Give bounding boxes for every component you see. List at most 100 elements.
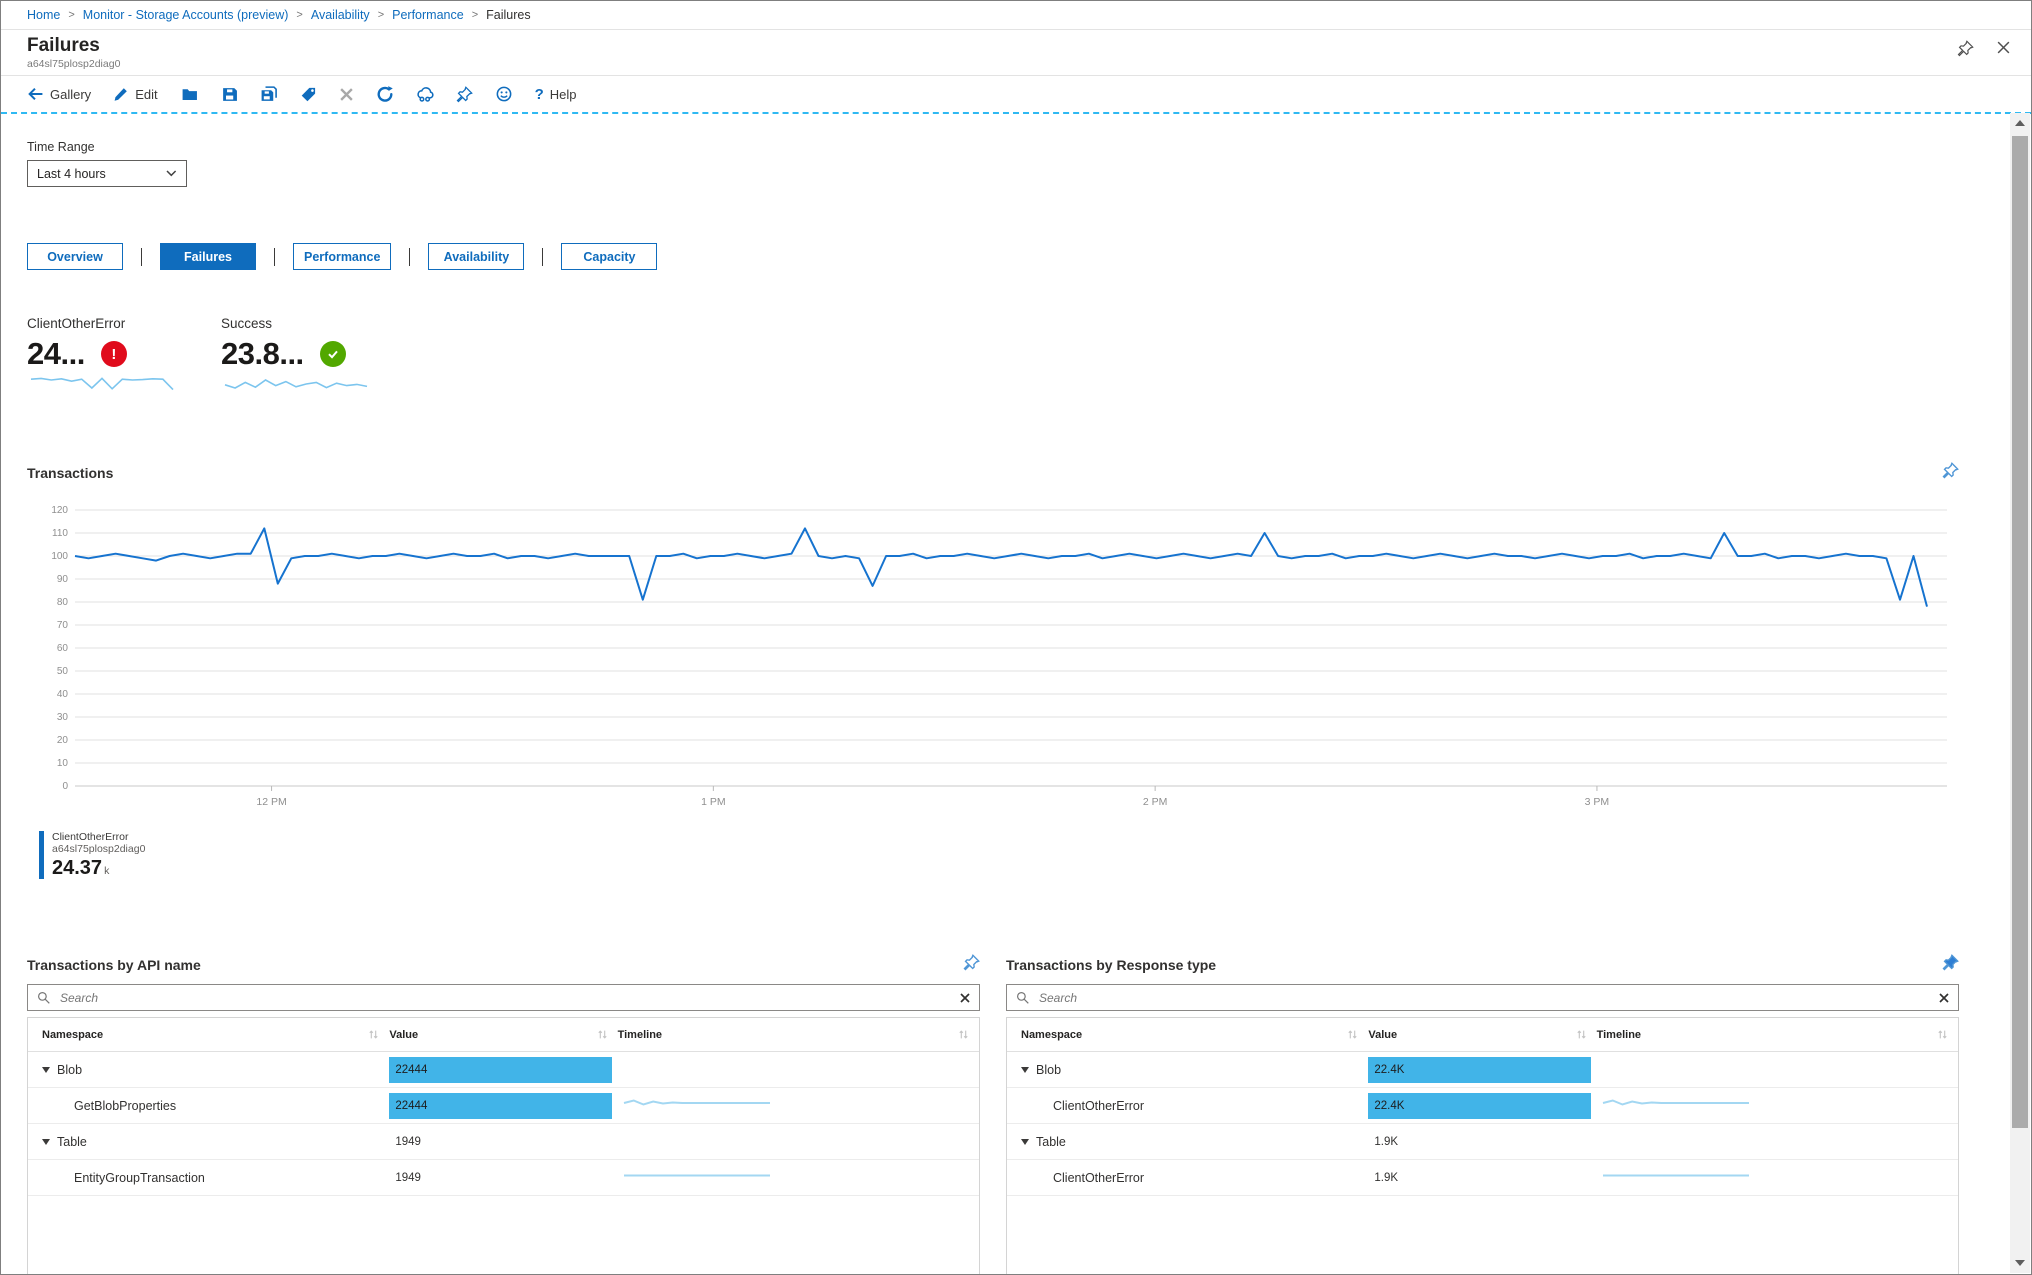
scrollbar-down-button[interactable]	[2010, 1253, 2030, 1273]
pin-button[interactable]	[445, 76, 484, 112]
legend-unit: k	[104, 865, 110, 877]
back-arrow-icon	[28, 87, 43, 100]
cell-value: 22444	[389, 1056, 617, 1083]
column-header-namespace[interactable]: Namespace	[1007, 1029, 1368, 1041]
scrollbar-up-button[interactable]	[2010, 113, 2030, 133]
breadcrumb-link[interactable]: Monitor - Storage Accounts (preview)	[83, 8, 289, 22]
edit-button[interactable]: Edit	[102, 76, 168, 112]
close-button[interactable]	[1996, 40, 2011, 62]
save-button[interactable]	[210, 76, 249, 112]
save-as-button[interactable]	[249, 76, 289, 112]
table-row[interactable]: ClientOtherError 22.4K	[1007, 1088, 1958, 1124]
column-header-value[interactable]: Value	[1368, 1029, 1596, 1041]
breadcrumb-separator: >	[377, 9, 385, 21]
tables-row: Transactions by API name Namespace Value Ti…	[27, 954, 1959, 1274]
refresh-button[interactable]	[365, 76, 405, 112]
search-input[interactable]	[58, 989, 953, 1006]
scrollbar-thumb[interactable]	[2012, 136, 2028, 1128]
search-input[interactable]	[1037, 989, 1932, 1006]
cell-value: 22.4K	[1368, 1056, 1596, 1083]
gallery-button[interactable]: Gallery	[27, 76, 102, 112]
page-title: Failures	[27, 35, 100, 56]
column-header-timeline[interactable]: Timeline	[1597, 1029, 1958, 1041]
y-axis-label: 30	[57, 712, 69, 723]
table-row[interactable]: Table 1949	[28, 1124, 979, 1160]
pin-icon	[1942, 462, 1959, 479]
value-text: 1.9K	[1374, 1171, 1399, 1184]
table-row[interactable]: ClientOtherError 1.9K	[1007, 1160, 1958, 1196]
tab-availability[interactable]: Availability	[428, 243, 525, 270]
tab-separator	[409, 247, 411, 266]
cell-timeline	[618, 1166, 979, 1189]
cell-value: 22444	[389, 1092, 617, 1119]
transactions-title: Transactions	[27, 465, 114, 481]
share-button[interactable]	[405, 76, 445, 112]
column-header-value[interactable]: Value	[389, 1029, 617, 1041]
close-icon	[1997, 41, 2010, 54]
cell-namespace: ClientOtherError	[1007, 1171, 1368, 1185]
value-text: 1949	[395, 1171, 421, 1184]
value-bar: 22.4K	[1368, 1092, 1591, 1119]
success-badge-icon	[319, 341, 346, 367]
tab-separator	[274, 247, 275, 266]
clear-search-button[interactable]	[1939, 992, 1949, 1003]
chart-pin-button[interactable]	[1942, 462, 1959, 484]
breadcrumb-link[interactable]: Availability	[311, 8, 370, 22]
panel-head: Transactions by API name	[27, 954, 980, 976]
page-subtitle: a64sl75plosp2diag0	[27, 58, 121, 70]
metric-tiles: ClientOtherError 24...! Success 23.8...	[27, 316, 2031, 406]
column-label: Namespace	[1021, 1028, 1083, 1041]
table-row[interactable]: Blob 22.4K	[1007, 1052, 1958, 1088]
clear-icon	[960, 992, 970, 1003]
column-header-timeline[interactable]: Timeline	[618, 1029, 979, 1041]
value-text: 1.9K	[1374, 1135, 1399, 1148]
save-as-icon	[261, 86, 277, 101]
row-expander-icon[interactable]	[42, 1138, 50, 1145]
tag-button[interactable]	[289, 76, 328, 112]
x-icon	[339, 87, 353, 101]
tab-overview[interactable]: Overview	[27, 243, 123, 270]
legend-swatch	[39, 831, 44, 879]
time-range-select[interactable]: Last 4 hours	[27, 160, 187, 187]
table-row[interactable]: EntityGroupTransaction 1949	[28, 1160, 979, 1196]
column-header-namespace[interactable]: Namespace	[28, 1029, 389, 1041]
y-axis-label: 90	[57, 574, 69, 585]
row-expander-icon[interactable]	[1021, 1138, 1029, 1145]
discard-button[interactable]	[328, 76, 365, 112]
metric-tile[interactable]: Success 23.8...	[221, 316, 371, 406]
breadcrumb-link[interactable]: Home	[27, 8, 60, 22]
table-row[interactable]: Blob 22444	[28, 1052, 979, 1088]
value-bar: 22.4K	[1368, 1056, 1591, 1083]
table-header-row: Namespace Value Timeline	[1007, 1018, 1958, 1052]
smiley-icon	[496, 86, 512, 102]
breadcrumb-link[interactable]: Performance	[392, 8, 464, 22]
title-bar: Failures a64sl75plosp2diag0	[1, 30, 2031, 76]
scrollbar[interactable]	[2010, 113, 2030, 1273]
header-pin-button[interactable]	[1957, 40, 1974, 62]
row-expander-icon[interactable]	[42, 1066, 50, 1073]
open-button[interactable]	[169, 76, 210, 112]
metric-sparkline	[30, 377, 174, 391]
metric-value: 23.8...	[221, 336, 304, 371]
tab-performance[interactable]: Performance	[293, 243, 392, 270]
table-panel: Transactions by API name Namespace Value Ti…	[27, 954, 980, 1274]
clear-search-button[interactable]	[960, 992, 970, 1003]
legend-series-name: ClientOtherError	[52, 831, 129, 843]
tab-failures[interactable]: Failures	[160, 243, 256, 270]
panel-pin-button[interactable]	[1942, 954, 1959, 976]
cell-timeline	[618, 1094, 979, 1117]
y-axis-label: 70	[57, 620, 69, 631]
metric-label: Success	[221, 316, 273, 331]
help-button[interactable]: ? Help	[524, 76, 588, 112]
row-expander-icon[interactable]	[1021, 1066, 1029, 1073]
table-row[interactable]: GetBlobProperties 22444	[28, 1088, 979, 1124]
row-name: EntityGroupTransaction	[74, 1170, 205, 1185]
table-row[interactable]: Table 1.9K	[1007, 1124, 1958, 1160]
panel-pin-button[interactable]	[963, 954, 980, 976]
transactions-chart: 0 10 20 30 40 50 60 70 80 90 100 110 120 12 PM 1 PM 2 P…	[51, 505, 1947, 808]
feedback-button[interactable]	[484, 76, 524, 112]
y-axis-label: 10	[57, 758, 69, 769]
cell-timeline	[1597, 1094, 1958, 1117]
tab-capacity[interactable]: Capacity	[561, 243, 658, 270]
metric-tile[interactable]: ClientOtherError 24...!	[27, 316, 177, 406]
